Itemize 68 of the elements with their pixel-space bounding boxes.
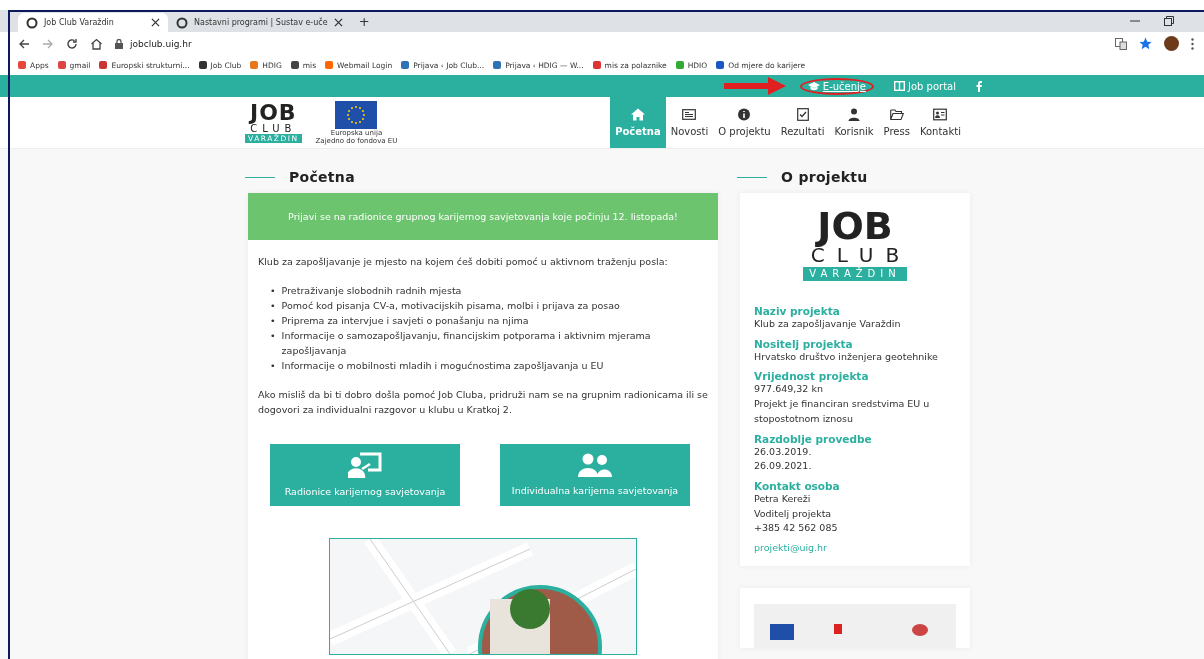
nav-item[interactable]: Kontakti: [914, 97, 966, 148]
tab-title: Nastavni programi | Sustav e-uče: [194, 18, 328, 27]
facebook-icon[interactable]: [976, 80, 982, 92]
translate-icon[interactable]: [1115, 37, 1127, 50]
loading-ring-icon: [26, 16, 38, 29]
eu-flag-icon: [335, 100, 378, 129]
bullet-marker: •: [270, 314, 276, 329]
lock-icon: [115, 38, 123, 49]
section-heading: O projektu: [781, 169, 868, 185]
list-item: Informacije o mobilnosti mladih i mogućnostima zapošljavanja u EU: [281, 359, 604, 374]
info-value: +385 42 562 085: [754, 521, 839, 536]
presenter-icon: [348, 452, 382, 479]
section-heading: Početna: [289, 169, 355, 185]
nav-item[interactable]: Korisnik: [829, 97, 879, 148]
newspaper-icon: [682, 108, 697, 121]
person-icon: [847, 108, 861, 121]
browser-tab[interactable]: Nastavni programi | Sustav e-uče: [168, 13, 351, 32]
info-label: Razdoblje provedbe: [754, 432, 873, 445]
checkbox-icon: [795, 108, 810, 121]
nav-item[interactable]: Press: [878, 97, 915, 148]
browser-tab[interactable]: Job Club Varaždin: [18, 13, 168, 32]
bullet-marker: •: [270, 284, 276, 299]
info-label: Kontakt osoba: [754, 480, 841, 493]
portal-icon: [894, 81, 905, 91]
reload-icon[interactable]: [66, 37, 78, 50]
address-field[interactable]: jobclub.uig.hr: [115, 34, 1103, 53]
home-icon[interactable]: [90, 37, 103, 50]
info-icon: [737, 108, 752, 121]
info-value: Projekt je financiran sredstvima EU u stopostotnom iznosu: [754, 397, 931, 426]
info-value: Klub za zapošljavanje Varaždin: [754, 317, 902, 331]
info-label: Naziv projekta: [754, 305, 841, 317]
nav-item[interactable]: Rezultati: [775, 97, 830, 148]
info-label: Nositelj projekta: [754, 337, 854, 350]
info-value: 26.03.2019.: [754, 445, 813, 459]
loading-ring-icon: [176, 16, 188, 29]
star-icon[interactable]: [1139, 37, 1152, 50]
info-value: Hrvatsko društvo inženjera geotehnike: [754, 350, 939, 364]
nav-item[interactable]: O projektu: [713, 97, 776, 148]
annotation-arrow: [723, 77, 786, 95]
job-club-logo: JOB CLUB VARAŽDIN: [803, 207, 907, 281]
profile-avatar[interactable]: [1164, 36, 1179, 51]
tab-title: Job Club Varaždin: [44, 18, 115, 27]
contact-card-icon: [933, 108, 948, 121]
new-tab-button[interactable]: +: [350, 14, 378, 32]
folder-icon: [889, 108, 904, 121]
bullet-marker: •: [270, 329, 276, 344]
list-item: Pomoć kod pisanja CV-a, motivacijskih pisama, molbi i prijava za posao: [281, 299, 620, 314]
intro-text: Klub za zapošljavanje je mjesto na kojem ćeš dobiti pomoć u aktivnom traženju posla:: [258, 255, 669, 269]
info-value: Voditelj projekta: [754, 506, 833, 521]
bullet-marker: •: [270, 359, 276, 374]
info-label: Vrijednost projekta: [754, 370, 870, 383]
list-item: Priprema za intervjue i savjeti o ponašanju na njima: [281, 314, 529, 329]
info-value: 977.649,32 kn: [754, 382, 824, 397]
back-icon[interactable]: [18, 37, 30, 50]
close-icon[interactable]: [333, 18, 343, 27]
info-value: 26.09.2021.: [754, 459, 813, 474]
close-icon[interactable]: [151, 18, 160, 27]
two-people-icon: [578, 453, 612, 478]
body-paragraph: Ako misliš da bi ti dobro došla pomoć Job Cluba, pridruži nam se na grupnim radionicama ili se dogovori za individualni razgovor u klubu u Kratkoj 2.: [258, 388, 708, 418]
graduation-cap-icon: [807, 81, 820, 91]
restore-icon[interactable]: [1164, 16, 1174, 26]
list-item: Informacije o samozapošljavanju, financijskim potporama i aktivnim mjerama zapošljavanja: [281, 329, 652, 359]
menu-icon[interactable]: [1191, 37, 1194, 50]
home-icon: [630, 108, 645, 121]
bullet-marker: •: [270, 299, 276, 314]
list-item: Pretraživanje slobodnih radnih mjesta: [281, 284, 462, 299]
nav-item[interactable]: Novosti: [665, 97, 714, 148]
info-value: Petra Kereži: [754, 492, 812, 507]
